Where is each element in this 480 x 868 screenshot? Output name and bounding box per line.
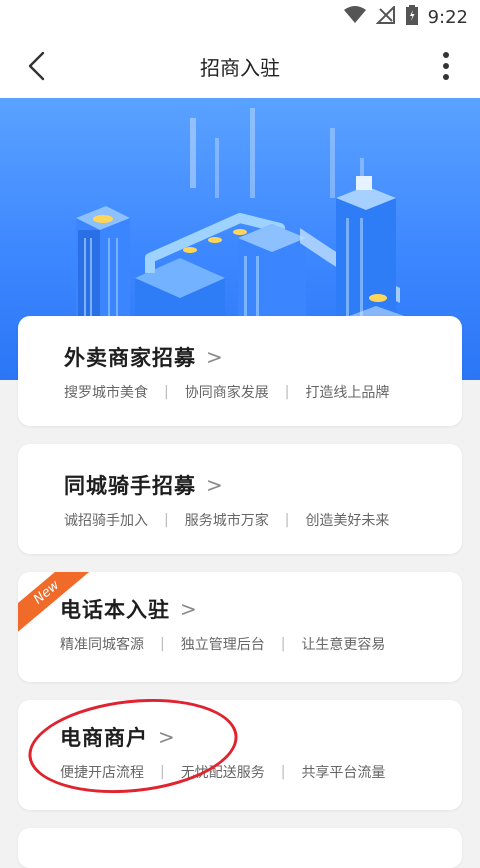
card-tags: 诚招骑手加入 | 服务城市万家 | 创造美好未来 (64, 510, 389, 530)
card-tags: 便捷开店流程 | 无忧配送服务 | 共享平台流量 (60, 762, 385, 782)
card-title-row: 电商商户 > (60, 722, 175, 752)
card-tag: 独立管理后台 (180, 637, 265, 653)
app-bar: 招商入驻 (0, 34, 480, 98)
card-tags: 搜罗城市美食 | 协同商家发展 | 打造线上品牌 (64, 382, 389, 402)
card-tag: 无忧配送服务 (180, 765, 265, 781)
chevron-right-icon: > (180, 597, 197, 621)
card-tag: 服务城市万家 (184, 513, 269, 529)
status-icons: 9:22 (343, 4, 468, 29)
card-partial-next[interactable] (18, 828, 462, 868)
page-title: 招商入驻 (200, 56, 280, 80)
battery-icon (405, 5, 418, 29)
card-title: 电话本入驻 (60, 598, 170, 622)
card-tag: 便捷开店流程 (60, 765, 144, 781)
tag-divider: | (280, 764, 286, 780)
card-tag: 打造线上品牌 (305, 385, 390, 401)
tag-divider: | (164, 384, 169, 400)
card-tag: 精准同城客源 (60, 637, 144, 653)
card-title: 同城骑手招募 (64, 474, 196, 498)
tag-divider: | (284, 512, 290, 528)
wifi-icon (343, 6, 366, 28)
card-food-merchant[interactable]: 外卖商家招募 > 搜罗城市美食 | 协同商家发展 | 打造线上品牌 (18, 316, 462, 426)
tag-divider: | (280, 636, 286, 652)
tag-divider: | (160, 636, 165, 652)
card-title: 电商商户 (60, 726, 148, 750)
card-tag: 创造美好未来 (305, 513, 390, 529)
card-tag: 让生意更容易 (301, 637, 386, 653)
card-title-row: 电话本入驻 > (60, 594, 197, 624)
chevron-right-icon: > (206, 473, 223, 497)
chevron-right-icon: > (206, 345, 223, 369)
tag-divider: | (284, 384, 290, 400)
card-phonebook[interactable]: New 电话本入驻 > 精准同城客源 | 独立管理后台 | 让生意更容易 (18, 572, 462, 682)
status-bar: 9:22 (0, 0, 480, 34)
more-options-button[interactable] (432, 48, 460, 84)
card-tags: 精准同城客源 | 独立管理后台 | 让生意更容易 (60, 634, 385, 654)
card-title-row: 外卖商家招募 > (64, 342, 223, 372)
card-title: 外卖商家招募 (64, 346, 196, 370)
card-tag: 搜罗城市美食 (64, 385, 148, 401)
card-ecommerce-merchant[interactable]: 电商商户 > 便捷开店流程 | 无忧配送服务 | 共享平台流量 (18, 700, 462, 810)
more-vert-icon (443, 52, 449, 80)
status-time: 9:22 (427, 6, 468, 28)
card-title-row: 同城骑手招募 > (64, 470, 223, 500)
card-tag: 共享平台流量 (301, 765, 386, 781)
card-tag: 协同商家发展 (184, 385, 269, 401)
card-rider-recruit[interactable]: 同城骑手招募 > 诚招骑手加入 | 服务城市万家 | 创造美好未来 (18, 444, 462, 554)
chevron-right-icon: > (158, 725, 175, 749)
signal-icon (375, 4, 396, 28)
card-tag: 诚招骑手加入 (64, 513, 148, 529)
tag-divider: | (164, 512, 169, 528)
tag-divider: | (160, 764, 165, 780)
